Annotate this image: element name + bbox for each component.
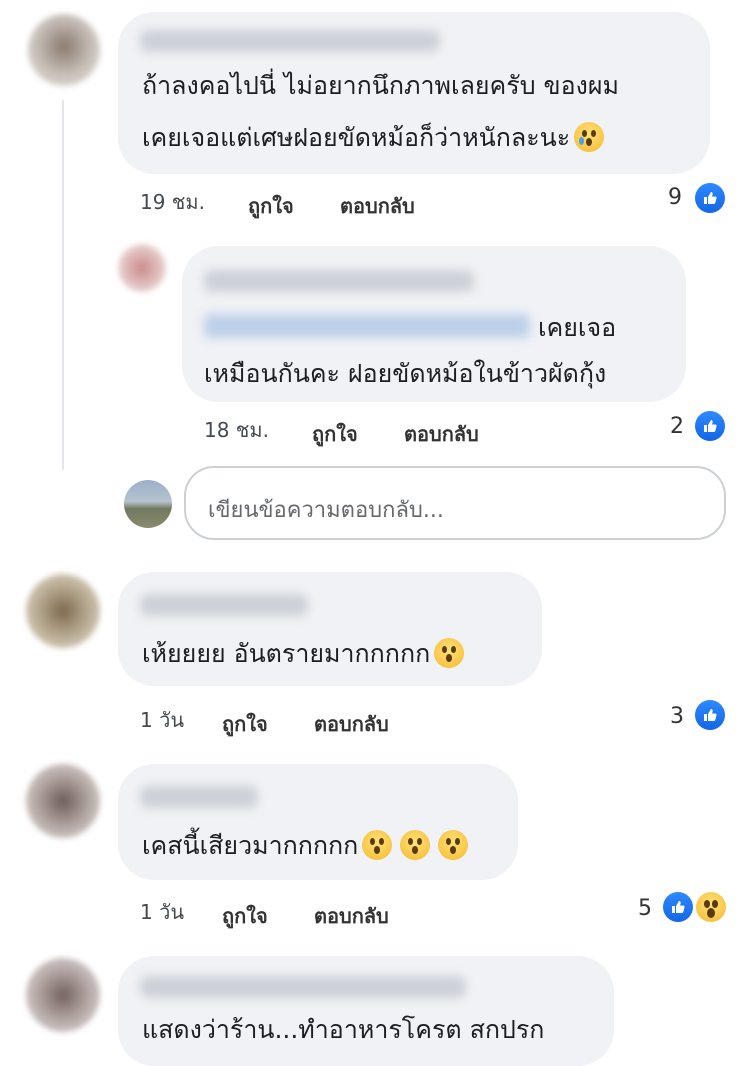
- avatar[interactable]: [26, 764, 100, 838]
- thumbs-up-icon[interactable]: [663, 892, 693, 922]
- comment-time[interactable]: 19 ชม.: [140, 186, 205, 218]
- comment-text: เคยเจอแต่เศษฝอยขัดหม้อก็ว่าหนักละนะ: [142, 116, 605, 160]
- commenter-name[interactable]: [204, 270, 474, 292]
- comment-text: แสดงว่าร้าน...ทำอาหารโครต สกปรก: [142, 1015, 545, 1044]
- like-button[interactable]: ถูกใจ: [248, 190, 294, 222]
- comment-time[interactable]: 1 วัน: [140, 704, 184, 736]
- thumbs-up-icon[interactable]: [695, 411, 725, 441]
- reaction-count[interactable]: 3: [670, 704, 684, 729]
- commenter-name[interactable]: [140, 594, 308, 616]
- current-user-avatar: [124, 480, 172, 528]
- avatar[interactable]: [26, 574, 100, 648]
- thumbs-up-icon[interactable]: [695, 183, 725, 213]
- comment-text: เห้ยยยย อันตรายมากกกกก: [142, 632, 465, 676]
- comment-text-line: เคสนี้เสียวมากกกกก: [142, 831, 359, 860]
- mentioned-user-link[interactable]: [204, 314, 530, 338]
- reaction-count[interactable]: 2: [670, 414, 684, 439]
- like-button[interactable]: ถูกใจ: [222, 708, 268, 740]
- astonished-face-emoji: [400, 830, 431, 860]
- comment-text: เคยเจอ: [538, 313, 617, 342]
- crying-face-emoji: [574, 122, 605, 152]
- astonished-face-emoji: [438, 830, 469, 860]
- comment-text: เคสนี้เสียวมากกกกก: [142, 824, 469, 868]
- comment-time[interactable]: 18 ชม.: [204, 414, 269, 446]
- reply-input-placeholder: เขียนข้อความตอบกลับ...: [208, 498, 444, 523]
- thumbs-up-icon[interactable]: [695, 700, 725, 730]
- reply-button[interactable]: ตอบกลับ: [340, 190, 415, 222]
- commenter-name[interactable]: [140, 976, 466, 998]
- astonished-face-emoji: [362, 830, 393, 860]
- comment-text: เหมือนกันคะ ฝอยขัดหม้อในข้าวผัดกุ้ง: [204, 359, 607, 388]
- avatar[interactable]: [28, 14, 100, 86]
- wow-face-icon[interactable]: [696, 892, 726, 922]
- reaction-count[interactable]: 9: [668, 185, 682, 210]
- avatar[interactable]: [26, 958, 100, 1032]
- comment-text-line: เคยเจอแต่เศษฝอยขัดหม้อก็ว่าหนักละนะ: [142, 123, 571, 152]
- reply-button[interactable]: ตอบกลับ: [314, 708, 389, 740]
- thread-line: [62, 100, 64, 470]
- avatar[interactable]: [118, 244, 166, 292]
- comment-text-line: เห้ยยยย อันตรายมากกกกก: [142, 639, 431, 668]
- reply-button[interactable]: ตอบกลับ: [404, 418, 479, 450]
- astonished-face-emoji: [434, 638, 465, 668]
- comment-time[interactable]: 1 วัน: [140, 896, 184, 928]
- reaction-count[interactable]: 5: [638, 896, 652, 921]
- comment-text: ถ้าลงคอไปนี่ ไม่อยากนึกภาพเลยครับ ของผม: [142, 71, 619, 100]
- commenter-name[interactable]: [140, 30, 440, 52]
- reply-button[interactable]: ตอบกลับ: [314, 900, 389, 932]
- like-button[interactable]: ถูกใจ: [312, 418, 358, 450]
- like-button[interactable]: ถูกใจ: [222, 900, 268, 932]
- commenter-name[interactable]: [140, 786, 258, 808]
